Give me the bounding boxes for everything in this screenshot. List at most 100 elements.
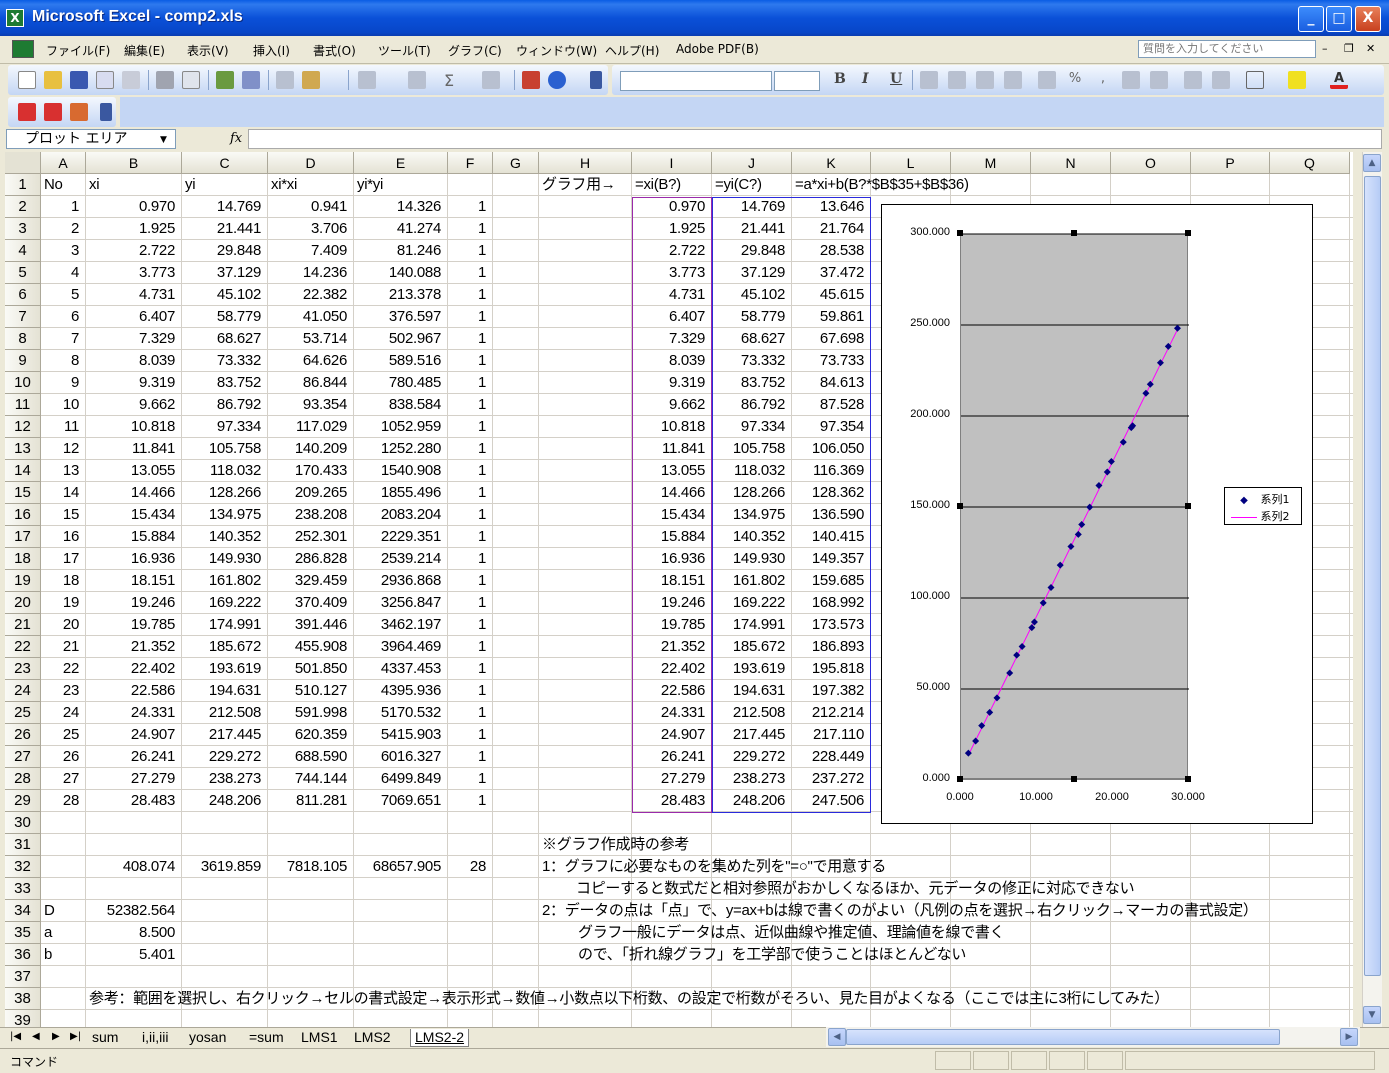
column-header-J[interactable]: J [712,152,792,174]
email-icon[interactable] [122,71,140,89]
insert-function-icon[interactable]: fx [230,131,242,146]
row-header-18[interactable]: 18 [5,548,41,570]
data-cell[interactable]: 16.936 [86,548,182,570]
help-icon[interactable] [548,71,566,89]
print-icon[interactable] [156,71,174,89]
convert-and-email-pdf-icon[interactable] [44,103,62,121]
increase-indent-icon[interactable] [1212,71,1230,89]
menu-file[interactable]: ファイル(F) [46,42,110,59]
selection-handle[interactable] [957,230,963,236]
data-cell[interactable]: 1 [448,306,493,328]
data-cell[interactable]: 6 [41,306,86,328]
data-cell[interactable]: 238.208 [268,504,354,526]
data-cell[interactable]: 14.236 [268,262,354,284]
data-cell[interactable]: 53.714 [268,328,354,350]
data-cell[interactable]: 2083.204 [354,504,448,526]
data-cell[interactable]: 5 [41,284,86,306]
copy-icon[interactable] [276,71,294,89]
data-cell[interactable]: 10 [41,394,86,416]
data-cell[interactable]: 14.769 [182,196,268,218]
sum-cell-C[interactable]: 3619.859 [182,856,268,878]
doc-restore-button[interactable]: ❐ [1344,42,1354,55]
data-cell[interactable]: 37.129 [182,262,268,284]
data-cell[interactable]: 19.246 [86,592,182,614]
column-header-H[interactable]: H [539,152,632,174]
data-cell[interactable]: 1 [448,262,493,284]
data-cell[interactable]: 329.459 [268,570,354,592]
data-cell[interactable]: 1540.908 [354,460,448,482]
data-cell[interactable]: 217.445 [182,724,268,746]
data-cell[interactable]: 1 [448,394,493,416]
comma-icon[interactable]: , [1094,71,1112,89]
underline-button[interactable]: U [890,71,902,87]
data-cell[interactable]: 3.706 [268,218,354,240]
data-cell[interactable]: 8.039 [86,350,182,372]
selection-handle[interactable] [1185,503,1191,509]
data-cell[interactable]: 11 [41,416,86,438]
currency-icon[interactable] [1038,71,1056,89]
data-cell[interactable]: 1 [448,768,493,790]
data-cell[interactable]: 1 [448,702,493,724]
data-cell[interactable]: 1 [448,218,493,240]
data-cell[interactable]: 174.991 [182,614,268,636]
data-cell[interactable]: 3256.847 [354,592,448,614]
decrease-indent-icon[interactable] [1184,71,1202,89]
selection-handle[interactable] [1185,230,1191,236]
data-cell[interactable]: 1 [448,548,493,570]
data-cell[interactable]: 41.050 [268,306,354,328]
data-cell[interactable]: 24 [41,702,86,724]
paste-icon[interactable] [302,71,320,89]
data-cell[interactable]: 3964.469 [354,636,448,658]
chart-area[interactable]: 0.000 50.000 100.000 150.000 200.000 250.000 3… [881,204,1313,824]
data-cell[interactable]: 19 [41,592,86,614]
row-header-31[interactable]: 31 [5,834,41,856]
bold-button[interactable]: B [834,71,846,87]
minimize-button[interactable]: _ [1298,6,1324,32]
data-cell[interactable]: 1 [448,724,493,746]
row-header-25[interactable]: 25 [5,702,41,724]
data-cell[interactable]: 1 [448,526,493,548]
data-cell[interactable]: 194.631 [182,680,268,702]
data-cell[interactable]: 238.273 [182,768,268,790]
data-cell[interactable]: 688.590 [268,746,354,768]
data-cell[interactable]: 1 [448,570,493,592]
data-cell[interactable]: 185.672 [182,636,268,658]
align-left-icon[interactable] [920,71,938,89]
data-cell[interactable]: 15.434 [86,504,182,526]
param-label[interactable]: b [41,944,86,966]
row-header-3[interactable]: 3 [5,218,41,240]
row-header-30[interactable]: 30 [5,812,41,834]
row-header-17[interactable]: 17 [5,526,41,548]
data-cell[interactable]: 7069.651 [354,790,448,812]
header-cell-A[interactable]: No [41,174,86,196]
data-cell[interactable]: 252.301 [268,526,354,548]
data-cell[interactable]: 376.597 [354,306,448,328]
data-cell[interactable]: 1 [448,482,493,504]
data-cell[interactable]: 589.516 [354,350,448,372]
row-header-8[interactable]: 8 [5,328,41,350]
row-header-7[interactable]: 7 [5,306,41,328]
menu-window[interactable]: ウィンドウ(W) [516,42,597,59]
column-header-Q[interactable]: Q [1270,152,1350,174]
column-header-N[interactable]: N [1031,152,1111,174]
data-cell[interactable]: 248.206 [182,790,268,812]
data-cell[interactable]: 6016.327 [354,746,448,768]
data-cell[interactable]: 2539.214 [354,548,448,570]
data-cell[interactable]: 1 [448,680,493,702]
data-cell[interactable]: 18.151 [86,570,182,592]
data-cell[interactable]: 5415.903 [354,724,448,746]
horizontal-scroll-thumb[interactable] [846,1029,1280,1045]
selection-handle[interactable] [1185,776,1191,782]
data-cell[interactable]: 23 [41,680,86,702]
scroll-down-button[interactable]: ▼ [1363,1006,1381,1024]
data-cell[interactable]: 3.773 [86,262,182,284]
row-header-35[interactable]: 35 [5,922,41,944]
row-header-6[interactable]: 6 [5,284,41,306]
data-cell[interactable]: 1 [448,504,493,526]
data-cell[interactable]: 2 [41,218,86,240]
menu-tools[interactable]: ツール(T) [378,42,431,59]
data-cell[interactable]: 105.758 [182,438,268,460]
scroll-up-button[interactable]: ▲ [1363,154,1381,172]
data-cell[interactable]: 169.222 [182,592,268,614]
data-cell[interactable]: 286.828 [268,548,354,570]
